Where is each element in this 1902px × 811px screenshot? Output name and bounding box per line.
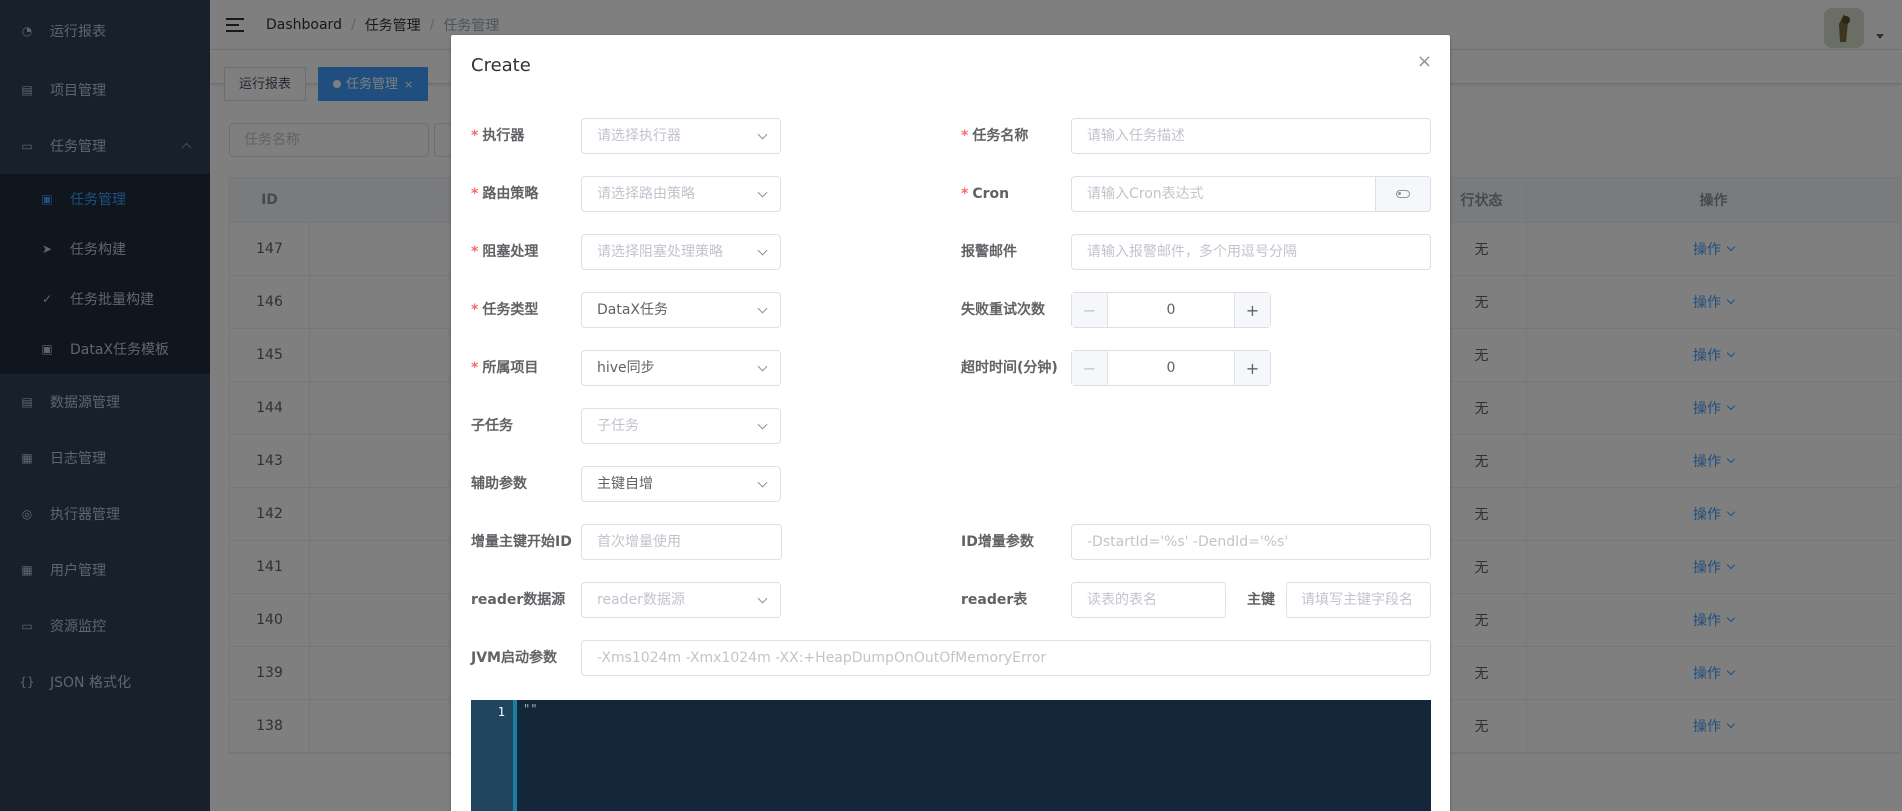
decrement-button[interactable]: − (1072, 351, 1108, 385)
jvm-label: JVM启动参数 (471, 650, 557, 666)
task-name-label: * 任务名称 (961, 128, 1029, 144)
executor-label: * 执行器 (471, 128, 525, 144)
route-label: * 路由策略 (471, 186, 539, 202)
block-select[interactable]: 请选择阻塞处理策略 (581, 234, 781, 270)
block-label: * 阻塞处理 (471, 244, 539, 260)
alarm-email-label: 报警邮件 (961, 244, 1017, 260)
task-type-label: * 任务类型 (471, 302, 539, 318)
json-editor[interactable]: 1 "" (471, 700, 1431, 811)
primary-key-input[interactable]: 请填写主键字段名 (1286, 582, 1431, 618)
reader-source-label: reader数据源 (471, 592, 566, 608)
task-type-select[interactable]: DataX任务 (581, 292, 781, 328)
jvm-input[interactable]: -Xms1024m -Xmx1024m -XX:+HeapDumpOnOutOf… (581, 640, 1431, 676)
cron-label: * Cron (961, 186, 1010, 202)
toggle-icon (1396, 190, 1410, 198)
reader-source-select[interactable]: reader数据源 (581, 582, 781, 618)
incr-start-id-input[interactable]: 首次增量使用 (581, 524, 782, 560)
primary-key-label: 主键 (1247, 592, 1275, 608)
id-incr-param-input[interactable]: -DstartId='%s' -DendId='%s' (1071, 524, 1431, 560)
editor-content[interactable]: "" (517, 700, 1431, 811)
cron-toggle-button[interactable] (1375, 176, 1431, 212)
incr-start-id-label: 增量主键开始ID (471, 534, 572, 550)
alarm-email-input[interactable]: 请输入报警邮件，多个用逗号分隔 (1071, 234, 1431, 270)
line-number: 1 (471, 700, 517, 811)
retry-value[interactable]: 0 (1108, 293, 1234, 327)
project-label: * 所属项目 (471, 360, 539, 376)
timeout-label: 超时时间(分钟) (961, 360, 1058, 376)
aux-param-select[interactable]: 主键自增 (581, 466, 781, 502)
dialog-title: Create (471, 55, 531, 76)
retry-label: 失败重试次数 (961, 302, 1045, 318)
task-name-input[interactable]: 请输入任务描述 (1071, 118, 1431, 154)
child-task-select[interactable]: 子任务 (581, 408, 781, 444)
route-select[interactable]: 请选择路由策略 (581, 176, 781, 212)
reader-table-label: reader表 (961, 592, 1028, 608)
increment-button[interactable]: + (1234, 351, 1270, 385)
decrement-button[interactable]: − (1072, 293, 1108, 327)
create-dialog: Create × * 执行器 请选择执行器 * 任务名称 请输入任务描述 * 路由策略… (451, 35, 1450, 811)
timeout-stepper[interactable]: − 0 + (1071, 350, 1271, 386)
id-incr-param-label: ID增量参数 (961, 534, 1034, 550)
close-icon[interactable]: × (1417, 51, 1432, 72)
executor-select[interactable]: 请选择执行器 (581, 118, 781, 154)
aux-param-label: 辅助参数 (471, 476, 527, 492)
increment-button[interactable]: + (1234, 293, 1270, 327)
cron-input[interactable]: 请输入Cron表达式 (1071, 176, 1376, 212)
project-select[interactable]: hive同步 (581, 350, 781, 386)
timeout-value[interactable]: 0 (1108, 351, 1234, 385)
child-task-label: 子任务 (471, 418, 513, 434)
reader-table-input[interactable]: 读表的表名 (1071, 582, 1226, 618)
retry-stepper[interactable]: − 0 + (1071, 292, 1271, 328)
